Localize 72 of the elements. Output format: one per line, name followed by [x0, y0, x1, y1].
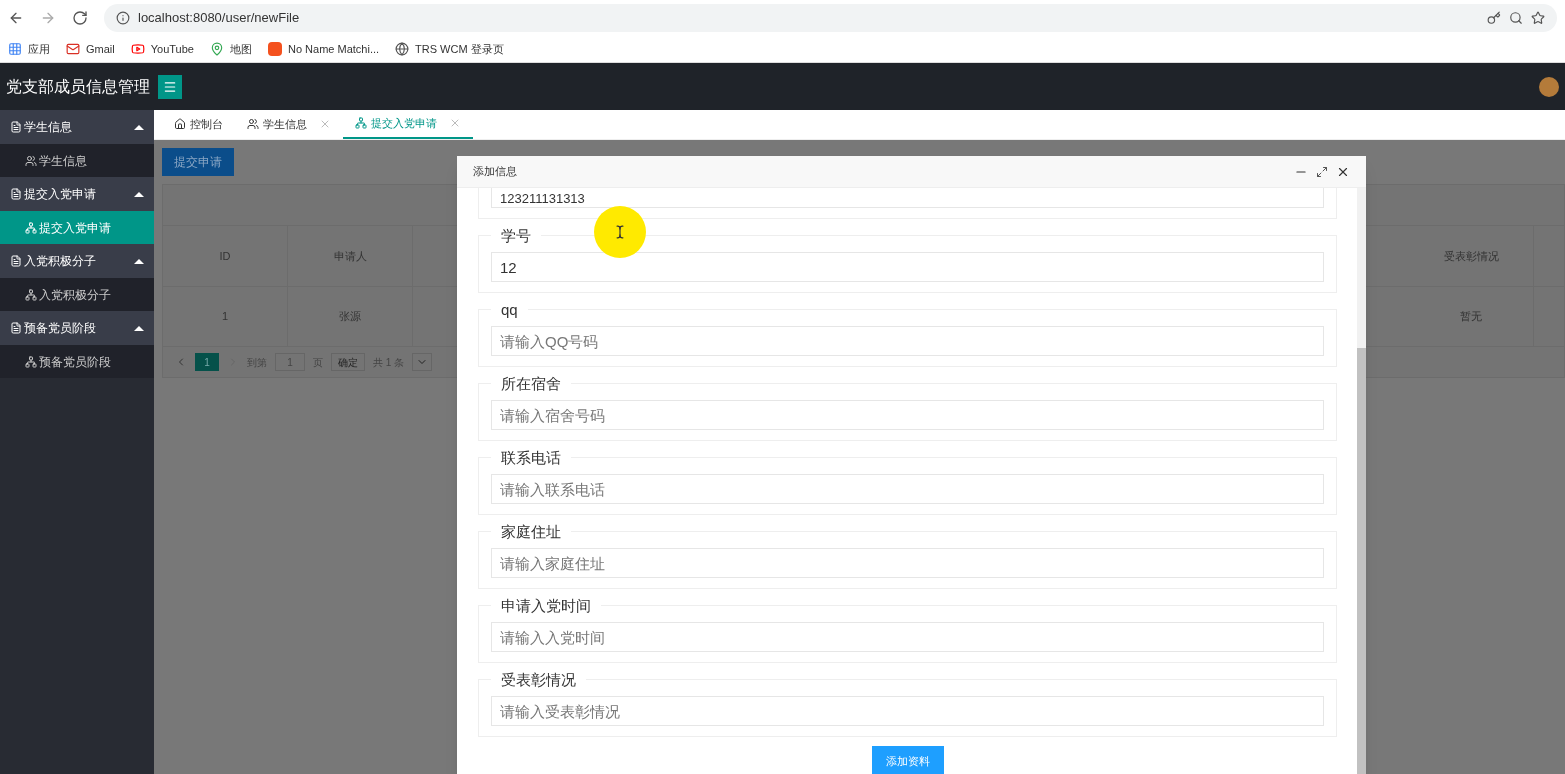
star-icon[interactable]: [1531, 11, 1545, 25]
sidebar-group[interactable]: 学生信息: [0, 110, 154, 144]
bookmark[interactable]: YouTube: [130, 40, 194, 58]
menu-icon: [163, 79, 177, 94]
field-label: 受表彰情况: [491, 671, 586, 689]
page-number[interactable]: 1: [195, 353, 219, 371]
caret-icon: [134, 258, 144, 264]
text-input[interactable]: 请输入家庭住址: [491, 548, 1324, 578]
sitemap-icon: [355, 117, 367, 129]
text-input[interactable]: 123211131313: [491, 188, 1324, 208]
field-label: 家庭住址: [491, 523, 571, 541]
bookmark[interactable]: 地图: [209, 40, 252, 58]
sidebar-item[interactable]: 入党积极分子: [0, 278, 154, 311]
mail-icon: [66, 42, 80, 56]
info-icon: [116, 11, 130, 25]
sidebar-item[interactable]: 提交入党申请: [0, 211, 154, 244]
column-header: ID: [219, 248, 231, 264]
document-icon: [10, 255, 22, 267]
app-title: 党支部成员信息管理: [6, 76, 150, 97]
submit-application-button[interactable]: 提交申请: [162, 148, 234, 176]
document-icon: [10, 188, 22, 200]
caret-icon: [134, 124, 144, 130]
sidebar-group[interactable]: 提交入党申请: [0, 177, 154, 211]
users-icon: [25, 154, 37, 167]
maximize-icon[interactable]: [1316, 165, 1328, 178]
bookmark[interactable]: No Name Matchi...: [267, 40, 380, 58]
reload-icon[interactable]: [72, 10, 88, 26]
sidebar-group[interactable]: 预备党员阶段: [0, 311, 154, 345]
table-cell-text: 暂无: [1460, 309, 1482, 325]
text-input[interactable]: 请输入受表彰情况: [491, 696, 1324, 726]
letter-tile-icon: [267, 42, 282, 56]
tab[interactable]: 学生信息: [235, 109, 343, 139]
back-icon[interactable]: [8, 10, 24, 26]
sitemap-icon: [25, 221, 37, 234]
menu-button[interactable]: [158, 74, 182, 99]
bookmark[interactable]: Gmail: [66, 40, 115, 58]
zoom-icon[interactable]: [1509, 11, 1523, 25]
bookmark[interactable]: TRS WCM 登录页: [395, 40, 504, 58]
home-icon: [174, 118, 186, 130]
confirm-button[interactable]: 确定: [331, 353, 365, 371]
caret-icon: [134, 325, 144, 331]
tab[interactable]: 控制台: [162, 109, 235, 139]
text-input[interactable]: 请输入入党时间: [491, 622, 1324, 652]
table-cell-text: 1: [221, 309, 229, 325]
text-input[interactable]: 12: [491, 252, 1324, 282]
field-label: 所在宿舍: [491, 375, 571, 393]
url-text: localhost:8080/user/newFile: [138, 9, 300, 28]
scrollbar-thumb[interactable]: [1357, 348, 1366, 774]
sidebar-group[interactable]: 入党积极分子: [0, 244, 154, 278]
avatar[interactable]: [1539, 76, 1559, 97]
users-icon: [247, 118, 259, 130]
field-label: 联系电话: [491, 449, 571, 467]
document-icon: [10, 322, 22, 334]
apps-grid-icon: [8, 42, 22, 56]
sitemap-icon: [25, 288, 37, 301]
document-icon: [10, 121, 22, 133]
field-label: 学号: [491, 227, 541, 245]
text-input[interactable]: 请输入联系电话: [491, 474, 1324, 504]
modal-title: 添加信息: [473, 164, 518, 180]
text-input[interactable]: 请输入QQ号码: [491, 326, 1324, 356]
text-input[interactable]: 请输入宿舍号码: [491, 400, 1324, 430]
address-bar[interactable]: localhost:8080/user/newFile: [104, 4, 1557, 32]
sidebar-item[interactable]: 学生信息: [0, 144, 154, 177]
bookmark[interactable]: 应用: [8, 40, 50, 58]
play-icon: [130, 42, 145, 56]
field-label: 申请入党时间: [491, 597, 601, 615]
sitemap-icon: [25, 355, 37, 368]
sidebar-item[interactable]: 预备党员阶段: [0, 345, 154, 378]
key-icon[interactable]: [1487, 11, 1501, 25]
globe-icon: [395, 42, 410, 56]
map-pin-icon: [209, 42, 224, 56]
caret-icon: [134, 191, 144, 197]
